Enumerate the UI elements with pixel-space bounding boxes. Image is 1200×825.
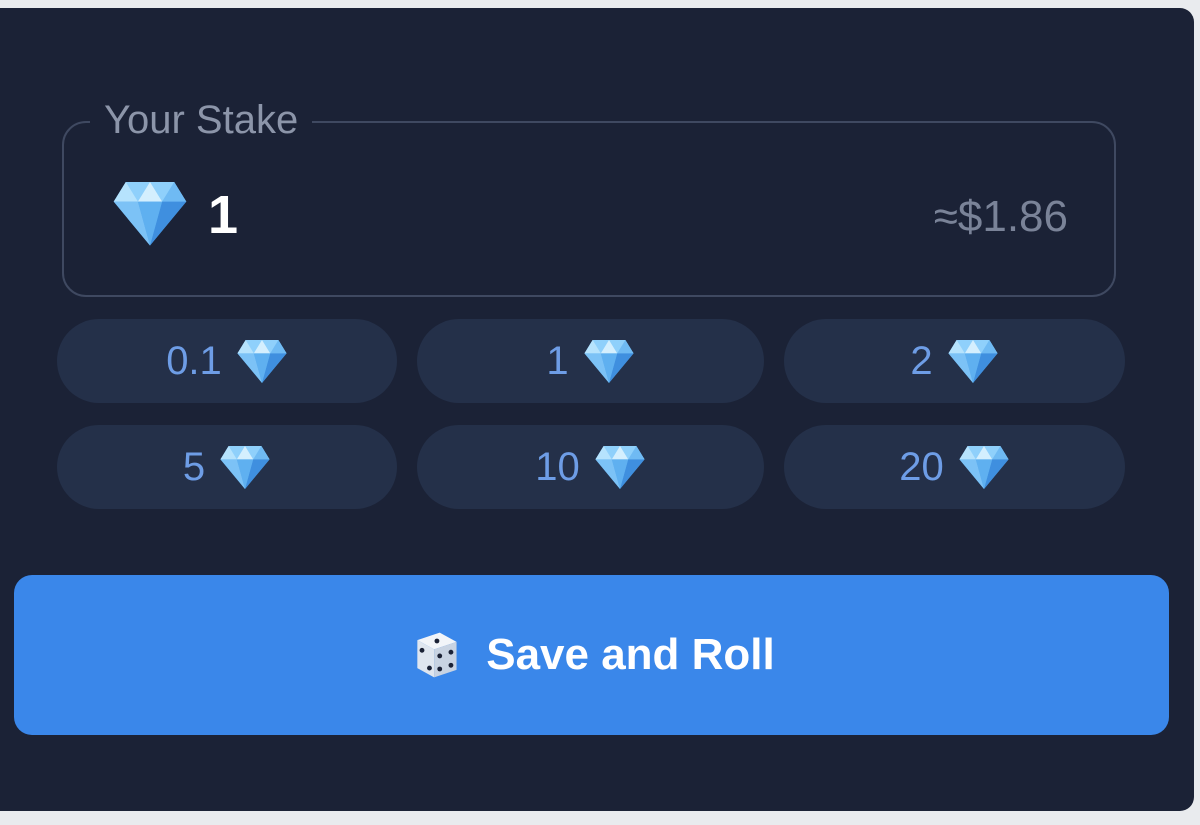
save-and-roll-label: Save and Roll (486, 630, 775, 679)
stake-input-box[interactable]: Your Stake 1 ≈$1.86 (62, 93, 1116, 297)
quick-amount-20[interactable]: 20 (784, 425, 1125, 509)
usd-estimate: ≈$1.86 (933, 192, 1068, 241)
quick-amount-5[interactable]: 5 (57, 425, 397, 509)
quick-amount-1[interactable]: 1 (417, 319, 764, 403)
quick-amount-10[interactable]: 10 (417, 425, 764, 509)
quick-amount-label: 2 (910, 339, 933, 383)
diamond-icon (594, 444, 646, 490)
diamond-icon (583, 338, 635, 384)
diamond-icon (958, 444, 1010, 490)
diamond-icon (236, 338, 288, 384)
stake-panel: Your Stake 1 ≈$1.86 0.1 1 2 5 10 20 Save… (0, 8, 1194, 811)
diamond-icon (219, 444, 271, 490)
save-and-roll-button[interactable]: Save and Roll (14, 575, 1169, 735)
quick-amount-label: 1 (546, 339, 569, 383)
quick-amount-label: 20 (899, 445, 944, 489)
quick-amount-2[interactable]: 2 (784, 319, 1125, 403)
dice-icon (417, 632, 457, 678)
stake-label: Your Stake (90, 93, 313, 147)
quick-amount-label: 10 (535, 445, 580, 489)
stake-value[interactable]: 1 (208, 183, 238, 247)
diamond-icon (947, 338, 999, 384)
diamond-icon (112, 179, 188, 247)
quick-amount-label: 0.1 (166, 339, 222, 383)
quick-amount-0.1[interactable]: 0.1 (57, 319, 397, 403)
quick-amount-label: 5 (182, 445, 206, 489)
